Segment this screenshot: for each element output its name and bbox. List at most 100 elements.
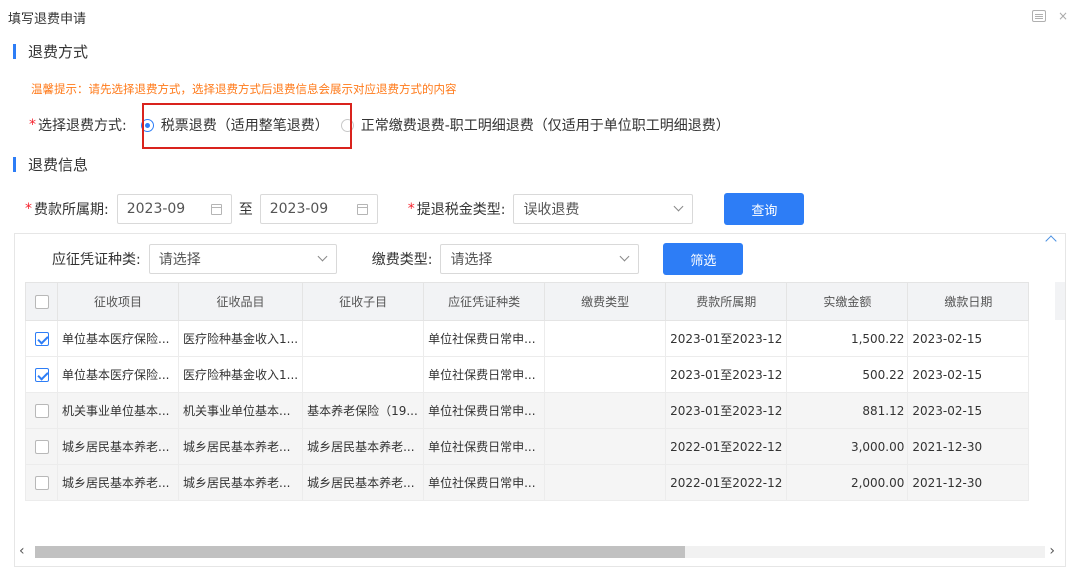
result-panel: 应征凭证种类: 请选择 缴费类型: 请选择 筛选 征收项目 征收品目 征收子目 …: [14, 233, 1066, 567]
collapse-up-icon[interactable]: [1045, 235, 1057, 247]
table-cell: 机关事业单位基本...: [177, 392, 304, 429]
sub-filter-row: 应征凭证种类: 请选择 缴费类型: 请选择 筛选: [52, 243, 744, 275]
table-cell: 城乡居民基本养老...: [57, 428, 179, 465]
next-column-header-edge: [1055, 282, 1065, 320]
table-header-row: 征收项目 征收品目 征收子目 应征凭证种类 缴费类型 费款所属期 实缴金额 缴款…: [25, 282, 1030, 321]
query-button[interactable]: 查询: [724, 193, 805, 225]
chevron-down-icon: [619, 251, 630, 262]
horizontal-scrollbar[interactable]: ‹ ›: [15, 542, 1065, 560]
table-cell: 2,000.00: [786, 464, 909, 501]
refund-method-label: 选择退费方式:: [38, 118, 127, 134]
table-cell: 1,500.22: [786, 320, 909, 357]
table-cell: 城乡居民基本养老...: [302, 428, 425, 465]
section-method-title: 退费方式: [28, 42, 89, 61]
query-filter-row: * 费款所属期: 2023-09 至 2023-09 * 提退税金类型: 误收退…: [25, 193, 805, 225]
payment-records-table: 征收项目 征收品目 征收子目 应征凭证种类 缴费类型 费款所属期 实缴金额 缴款…: [25, 282, 1030, 501]
table-cell: 2021-12-30: [907, 464, 1030, 501]
period-to-value: 2023-09: [269, 201, 329, 217]
print-icon[interactable]: [1032, 10, 1046, 22]
table-cell: 2021-12-30: [907, 428, 1030, 465]
voucher-type-select[interactable]: 请选择: [148, 244, 337, 274]
table-cell: 500.22: [786, 356, 909, 393]
scrollbar-thumb[interactable]: [35, 546, 685, 558]
table-cell: [302, 356, 425, 393]
scroll-right-icon[interactable]: ›: [1049, 542, 1055, 560]
table-cell: 城乡居民基本养老...: [177, 464, 304, 501]
row-select-cell[interactable]: [25, 428, 58, 465]
table-cell: 机关事业单位基本...: [57, 392, 179, 429]
column-header[interactable]: 征收子目: [302, 282, 425, 321]
row-checkbox[interactable]: [34, 439, 49, 454]
column-header[interactable]: 应征凭证种类: [423, 282, 546, 321]
table-row[interactable]: 城乡居民基本养老... 城乡居民基本养老... 城乡居民基本养老... 单位社保费日常…: [25, 428, 1030, 465]
table-cell: 城乡居民基本养老...: [302, 464, 425, 501]
table-cell: 2022-01至2022-12: [665, 464, 788, 501]
pay-type-value: 请选择: [450, 252, 493, 268]
table-cell: 单位社保费日常申...: [423, 428, 546, 465]
row-checkbox[interactable]: [34, 475, 49, 490]
table-cell: [544, 464, 667, 501]
row-select-cell[interactable]: [25, 320, 58, 357]
voucher-type-value: 请选择: [158, 252, 201, 268]
required-mark: *: [407, 201, 415, 217]
row-checkbox[interactable]: [34, 331, 49, 346]
column-header[interactable]: 费款所属期: [665, 282, 788, 321]
window-title: 填写退费申请: [8, 12, 87, 27]
section-info-title: 退费信息: [28, 155, 89, 174]
annotation-highlight-box: [142, 103, 352, 149]
table-row[interactable]: 城乡居民基本养老... 城乡居民基本养老... 城乡居民基本养老... 单位社保费日常…: [25, 464, 1030, 501]
period-from-input[interactable]: 2023-09: [116, 194, 232, 224]
row-checkbox[interactable]: [34, 403, 49, 418]
filter-button[interactable]: 筛选: [663, 243, 744, 275]
column-header[interactable]: 征收项目: [57, 282, 179, 321]
radio-employee-detail-label: 正常缴费退费-职工明细退费（仅适用于单位职工明细退费）: [360, 118, 730, 134]
table-cell: 2023-01至2023-12: [665, 320, 788, 357]
scroll-left-icon[interactable]: ‹: [19, 542, 25, 560]
radio-employee-detail-refund[interactable]: 正常缴费退费-职工明细退费（仅适用于单位职工明细退费）: [340, 115, 730, 135]
table-row[interactable]: 单位基本医疗保险... 医疗险种基金收入1... 单位社保费日常申... 2023-0…: [25, 320, 1030, 357]
pay-type-select[interactable]: 请选择: [440, 244, 640, 274]
table-cell: 2023-02-15: [907, 356, 1030, 393]
table-row[interactable]: 单位基本医疗保险... 医疗险种基金收入1... 单位社保费日常申... 2023-0…: [25, 356, 1030, 393]
required-mark: *: [29, 117, 36, 133]
calendar-icon[interactable]: [210, 204, 222, 215]
table-cell: 城乡居民基本养老...: [57, 464, 179, 501]
select-all-cell[interactable]: [25, 282, 58, 321]
chevron-down-icon: [673, 201, 684, 212]
table-cell: 2022-01至2022-12: [665, 428, 788, 465]
table-cell: 单位社保费日常申...: [423, 392, 546, 429]
table-cell: 单位基本医疗保险...: [57, 356, 179, 393]
pay-type-label: 缴费类型:: [371, 252, 433, 268]
table-cell: [544, 320, 667, 357]
table-cell: 2023-01至2023-12: [665, 392, 788, 429]
table-row[interactable]: 机关事业单位基本... 机关事业单位基本... 基本养老保险（19... 单位社保费日…: [25, 392, 1030, 429]
section-accent-bar: [13, 156, 16, 172]
row-select-cell[interactable]: [25, 464, 58, 501]
select-all-checkbox[interactable]: [34, 294, 49, 309]
table-cell: [544, 392, 667, 429]
table-cell: 单位社保费日常申...: [423, 356, 546, 393]
close-icon[interactable]: ×: [1056, 9, 1070, 23]
table-cell: 医疗险种基金收入1...: [177, 320, 304, 357]
required-mark: *: [25, 201, 32, 217]
table-cell: 城乡居民基本养老...: [177, 428, 304, 465]
table-cell: 单位社保费日常申...: [423, 320, 546, 357]
column-header[interactable]: 实缴金额: [786, 282, 909, 321]
row-checkbox[interactable]: [34, 367, 49, 382]
period-to-input[interactable]: 2023-09: [259, 194, 378, 224]
row-select-cell[interactable]: [25, 392, 58, 429]
section-accent-bar: [13, 43, 16, 59]
table-cell: [544, 356, 667, 393]
tax-type-select[interactable]: 误收退费: [513, 194, 694, 224]
period-label: 费款所属期:: [34, 202, 109, 218]
column-header[interactable]: 征收品目: [177, 282, 304, 321]
calendar-icon[interactable]: [356, 204, 368, 215]
table-cell: 基本养老保险（19...: [302, 392, 425, 429]
row-select-cell[interactable]: [25, 356, 58, 393]
table-cell: 单位基本医疗保险...: [57, 320, 179, 357]
table-cell: 881.12: [786, 392, 909, 429]
column-header[interactable]: 缴款日期: [907, 282, 1030, 321]
hint-text: 温馨提示：请先选择退费方式，选择退费方式后退费信息会展示对应退费方式的内容: [31, 82, 457, 96]
column-header[interactable]: 缴费类型: [544, 282, 667, 321]
table-cell: 2023-02-15: [907, 392, 1030, 429]
